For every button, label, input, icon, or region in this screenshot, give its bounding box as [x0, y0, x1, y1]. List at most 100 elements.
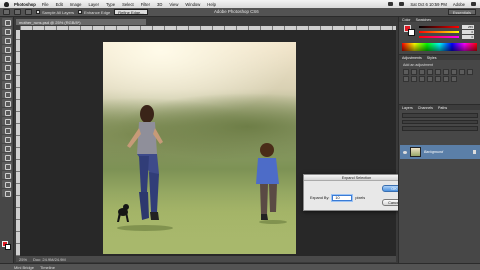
background-color-swatch[interactable]: [5, 244, 11, 250]
refine-edge-button[interactable]: Refine Edge...: [114, 9, 148, 15]
selective-color-icon[interactable]: [451, 76, 457, 82]
color-lookup-icon[interactable]: [411, 76, 417, 82]
blue-value-field[interactable]: 0: [462, 35, 474, 39]
menu-file[interactable]: File: [42, 2, 49, 7]
exposure-icon[interactable]: [427, 69, 433, 75]
menu-3d[interactable]: 3D: [157, 2, 162, 7]
menubar-clock[interactable]: Sat Oct 6 10:59 PM: [410, 2, 447, 7]
tab-paths[interactable]: Paths: [438, 106, 447, 110]
expand-by-label: Expand By:: [310, 196, 330, 200]
menu-help[interactable]: Help: [207, 2, 216, 7]
battery-icon[interactable]: [399, 2, 405, 6]
tab-adjustments[interactable]: Adjustments: [402, 56, 422, 60]
mac-menubar: Photoshop File Edit Image Layer Type Sel…: [0, 0, 480, 8]
tab-mini-bridge[interactable]: Mini Bridge: [14, 265, 34, 270]
blur-tool-icon[interactable]: [2, 126, 12, 134]
channel-mixer-icon[interactable]: [403, 76, 409, 82]
doc-info[interactable]: Doc: 24.9M/24.9M: [33, 257, 66, 262]
window-title: Adobe Photoshop CS6: [214, 9, 259, 14]
menu-type[interactable]: Type: [106, 2, 115, 7]
menu-layer[interactable]: Layer: [88, 2, 98, 7]
red-slider[interactable]: [419, 26, 459, 28]
menu-image[interactable]: Image: [70, 2, 82, 7]
menu-filter[interactable]: Filter: [141, 2, 150, 7]
expand-unit-label: pixels: [355, 196, 366, 200]
levels-icon[interactable]: [411, 69, 417, 75]
lasso-tool-icon[interactable]: [2, 36, 12, 44]
document-tab[interactable]: mother_runs.psd @ 25% (RGB/8*): [16, 19, 146, 25]
tab-channels[interactable]: Channels: [418, 106, 433, 110]
invert-icon[interactable]: [419, 76, 425, 82]
zoom-tool-icon[interactable]: [2, 189, 12, 197]
menu-select[interactable]: Select: [122, 2, 134, 7]
green-value-field[interactable]: 0: [462, 30, 474, 34]
document-canvas[interactable]: [103, 42, 296, 254]
posterize-icon[interactable]: [427, 76, 433, 82]
history-brush-tool-icon[interactable]: [2, 99, 12, 107]
menu-view[interactable]: View: [169, 2, 178, 7]
eyedropper-tool-icon[interactable]: [2, 63, 12, 71]
tab-timeline[interactable]: Timeline: [40, 265, 55, 270]
zoom-level[interactable]: 25%: [19, 257, 27, 262]
tab-swatches[interactable]: Swatches: [416, 18, 432, 22]
menu-window[interactable]: Window: [185, 2, 200, 7]
pen-tool-icon[interactable]: [2, 144, 12, 152]
color-spectrum-bar[interactable]: [402, 43, 477, 51]
enhance-edge-label: Enhance Edge: [84, 9, 111, 15]
menu-app-name[interactable]: Photoshop: [14, 2, 36, 7]
eraser-tool-icon[interactable]: [2, 108, 12, 116]
hue-saturation-icon[interactable]: [443, 69, 449, 75]
spotlight-icon[interactable]: [471, 2, 476, 6]
expand-by-input[interactable]: 10: [332, 195, 353, 201]
green-slider[interactable]: [419, 31, 459, 33]
bottom-panel-tabs: Mini Bridge Timeline: [0, 263, 480, 270]
brush-tool-icon[interactable]: [2, 81, 12, 89]
brightness-contrast-icon[interactable]: [403, 69, 409, 75]
red-value-field[interactable]: 255: [462, 25, 474, 29]
selection-mode-button[interactable]: [14, 9, 21, 15]
healing-brush-tool-icon[interactable]: [2, 72, 12, 80]
color-panel: Color Swatches 255 0 0: [399, 17, 480, 55]
gradient-map-icon[interactable]: [443, 76, 449, 82]
dodge-tool-icon[interactable]: [2, 135, 12, 143]
brush-size-button[interactable]: [25, 9, 32, 15]
black-white-icon[interactable]: [459, 69, 465, 75]
photo-figures: [117, 105, 287, 231]
blend-mode-dropdown[interactable]: [402, 119, 478, 125]
tab-styles[interactable]: Styles: [427, 56, 437, 60]
menu-edit[interactable]: Edit: [56, 2, 63, 7]
checkbox-box: [78, 10, 83, 14]
right-panel-dock: Color Swatches 255 0 0 Adjustments Style…: [398, 17, 480, 263]
tool-preset-button[interactable]: [3, 9, 10, 15]
tab-color[interactable]: Color: [402, 18, 411, 22]
visibility-eye-icon[interactable]: [403, 150, 407, 154]
panel-background-swatch[interactable]: [408, 29, 415, 36]
enhance-edge-checkbox[interactable]: Enhance Edge: [78, 10, 110, 15]
layer-filter-dropdown[interactable]: [402, 113, 478, 118]
layer-row-background[interactable]: Background: [400, 145, 480, 159]
sample-all-layers-checkbox[interactable]: Sample All Layers: [36, 10, 74, 15]
clone-stamp-tool-icon[interactable]: [2, 90, 12, 98]
quick-selection-tool-icon[interactable]: [2, 45, 12, 53]
threshold-icon[interactable]: [435, 76, 441, 82]
menubar-user[interactable]: Adobe: [453, 2, 465, 7]
type-tool-icon[interactable]: [2, 153, 12, 161]
vibrance-icon[interactable]: [435, 69, 441, 75]
lock-icon: [473, 150, 476, 154]
hand-tool-icon[interactable]: [2, 180, 12, 188]
marquee-tool-icon[interactable]: [2, 27, 12, 35]
workspace-switcher[interactable]: Essentials: [447, 9, 476, 15]
color-balance-icon[interactable]: [451, 69, 457, 75]
shape-tool-icon[interactable]: [2, 171, 12, 179]
move-tool-icon[interactable]: [2, 18, 12, 26]
photo-filter-icon[interactable]: [467, 69, 473, 75]
wifi-icon[interactable]: [388, 2, 394, 6]
path-selection-tool-icon[interactable]: [2, 162, 12, 170]
crop-tool-icon[interactable]: [2, 54, 12, 62]
apple-icon[interactable]: [4, 1, 9, 7]
tab-layers[interactable]: Layers: [402, 106, 413, 110]
lock-controls[interactable]: [402, 126, 478, 132]
curves-icon[interactable]: [419, 69, 425, 75]
gradient-tool-icon[interactable]: [2, 117, 12, 125]
blue-slider[interactable]: [419, 36, 459, 38]
